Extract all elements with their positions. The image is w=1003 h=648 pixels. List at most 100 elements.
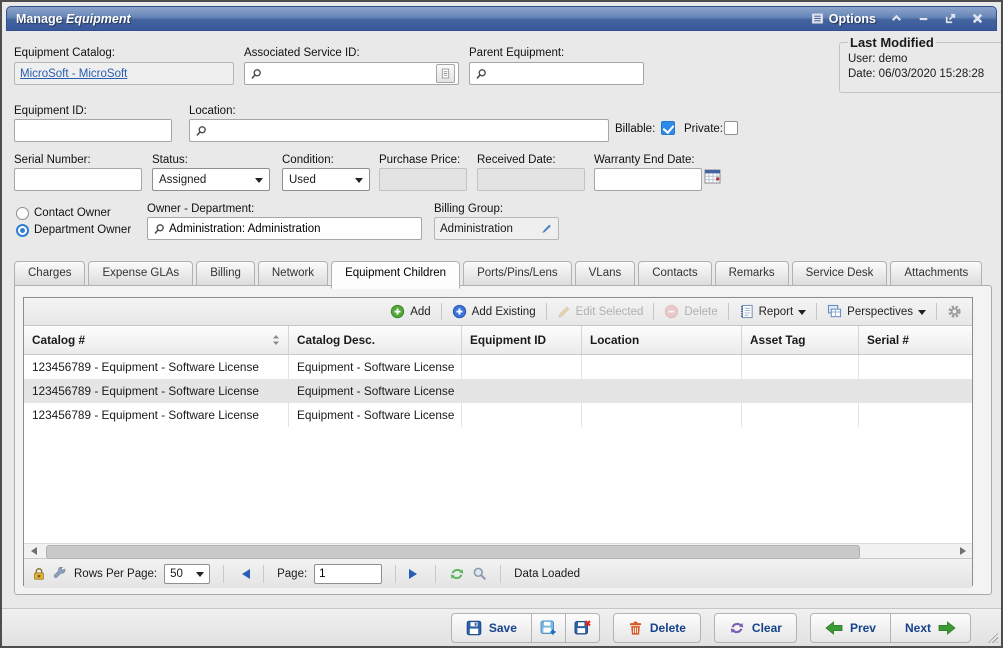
sort-icon[interactable] (272, 334, 280, 346)
prev-page-icon[interactable] (237, 569, 250, 579)
warranty-end-date-field[interactable] (594, 168, 702, 191)
add-existing-button[interactable]: Add Existing (448, 302, 540, 321)
titlebar: Manage Equipment Options (6, 6, 997, 31)
chevron-down-icon (255, 178, 263, 187)
location-input[interactable] (211, 125, 603, 137)
contact-owner-radio[interactable] (16, 207, 29, 220)
next-button[interactable]: Next (890, 613, 971, 643)
location-label: Location: (189, 105, 236, 117)
column-header-catalog-num[interactable]: Catalog # (24, 326, 289, 354)
scrollbar-thumb[interactable] (46, 545, 860, 559)
condition-select[interactable]: Used (282, 168, 370, 191)
equipment-catalog-link[interactable]: MicroSoft - MicroSoft (20, 68, 127, 80)
report-button[interactable]: Report (735, 302, 811, 321)
wrench-icon[interactable] (53, 567, 67, 581)
tab-billing[interactable]: Billing (196, 261, 255, 286)
table-row[interactable]: 123456789 - Equipment - Software License… (24, 379, 972, 403)
owner-department-field[interactable] (147, 217, 422, 240)
private-checkbox[interactable] (724, 121, 738, 135)
scroll-right-arrow[interactable] (957, 544, 972, 558)
close-icon[interactable] (971, 12, 984, 25)
table-row[interactable]: 123456789 - Equipment - Software License… (24, 403, 972, 427)
equipment-catalog-field: MicroSoft - MicroSoft (14, 62, 234, 85)
rows-per-page-label: Rows Per Page: (74, 568, 157, 580)
received-date-label: Received Date: (477, 154, 556, 166)
delete-row-button[interactable]: Delete (660, 302, 721, 321)
minimize-icon[interactable] (917, 12, 930, 25)
equipment-id-input[interactable] (20, 125, 166, 137)
purchase-price-field (379, 168, 467, 191)
status-select[interactable]: Assigned (152, 168, 270, 191)
equipment-id-label: Equipment ID: (14, 105, 87, 117)
pager-status: Data Loaded (514, 568, 580, 580)
tab-contacts[interactable]: Contacts (638, 261, 711, 286)
private-label: Private: (684, 123, 723, 135)
column-header-equipment-id[interactable]: Equipment ID (462, 326, 582, 354)
search-icon (250, 68, 262, 80)
search-grid-icon[interactable] (472, 566, 487, 581)
page-input[interactable] (314, 564, 382, 584)
associated-service-id-field[interactable] (244, 62, 459, 85)
edit-selected-button[interactable]: Edit Selected (553, 303, 648, 321)
last-modified-date: Date: 06/03/2020 15:28:28 (848, 67, 1003, 82)
pager-divider (500, 565, 501, 583)
received-date-field (477, 168, 585, 191)
billable-label: Billable: (615, 123, 655, 135)
next-page-icon[interactable] (409, 569, 422, 579)
tab-equipment-children[interactable]: Equipment Children (331, 261, 460, 289)
column-header-location[interactable]: Location (582, 326, 742, 354)
tab-charges[interactable]: Charges (14, 261, 85, 286)
perspectives-button[interactable]: Perspectives (823, 302, 930, 321)
owner-department-input[interactable] (169, 223, 416, 235)
page-label: Page: (277, 568, 307, 580)
calendar-icon[interactable] (704, 168, 722, 186)
column-header-asset-tag[interactable]: Asset Tag (742, 326, 859, 354)
department-owner-radio[interactable] (16, 224, 29, 237)
location-field[interactable] (189, 119, 609, 142)
prev-button[interactable]: Prev (810, 613, 891, 643)
column-header-catalog-desc[interactable]: Catalog Desc. (289, 326, 462, 354)
save-close-icon (574, 619, 591, 636)
pager-divider (223, 565, 224, 583)
manage-equipment-window: Manage Equipment Options Equipmen (0, 0, 1003, 648)
options-button[interactable]: Options (811, 12, 876, 26)
refresh-icon[interactable] (449, 566, 465, 582)
tab-service-desk[interactable]: Service Desk (792, 261, 888, 286)
pager-divider (435, 565, 436, 583)
parent-equipment-input[interactable] (491, 68, 638, 80)
rows-per-page-select[interactable]: 50 (164, 564, 210, 584)
equipment-id-field[interactable] (14, 119, 172, 142)
associated-service-id-label: Associated Service ID: (244, 47, 360, 59)
service-lookup-button[interactable] (436, 64, 455, 83)
parent-equipment-label: Parent Equipment: (469, 47, 564, 59)
save-and-close-button[interactable] (565, 613, 600, 643)
horizontal-scrollbar[interactable] (24, 543, 972, 558)
pencil-icon (557, 305, 571, 319)
tab-remarks[interactable]: Remarks (715, 261, 789, 286)
chevron-down-icon (798, 310, 806, 319)
add-button[interactable]: Add (386, 302, 434, 321)
scroll-left-arrow[interactable] (24, 544, 39, 558)
tab-attachments[interactable]: Attachments (890, 261, 982, 286)
clear-button[interactable]: Clear (714, 613, 797, 643)
delete-button[interactable]: Delete (613, 613, 701, 643)
billable-checkbox[interactable] (661, 121, 675, 135)
collapse-icon[interactable] (890, 12, 903, 25)
save-button[interactable]: Save (451, 613, 532, 643)
tab-expense-glas[interactable]: Expense GLAs (88, 261, 193, 286)
parent-equipment-field[interactable] (469, 62, 644, 85)
tab-vlans[interactable]: VLans (575, 261, 636, 286)
column-header-serial[interactable]: Serial # (859, 326, 972, 354)
associated-service-id-input[interactable] (266, 68, 432, 80)
table-row[interactable]: 123456789 - Equipment - Software License… (24, 355, 972, 379)
tab-ports-pins-lens[interactable]: Ports/Pins/Lens (463, 261, 572, 286)
popout-icon[interactable] (944, 12, 957, 25)
serial-number-input[interactable] (20, 174, 136, 186)
warranty-end-date-input[interactable] (600, 174, 696, 186)
tab-network[interactable]: Network (258, 261, 328, 286)
edit-pencil-icon[interactable] (540, 222, 553, 235)
serial-number-field[interactable] (14, 168, 142, 191)
grid-settings-button[interactable] (943, 302, 966, 321)
lock-icon[interactable] (32, 567, 46, 581)
save-and-new-button[interactable] (531, 613, 566, 643)
